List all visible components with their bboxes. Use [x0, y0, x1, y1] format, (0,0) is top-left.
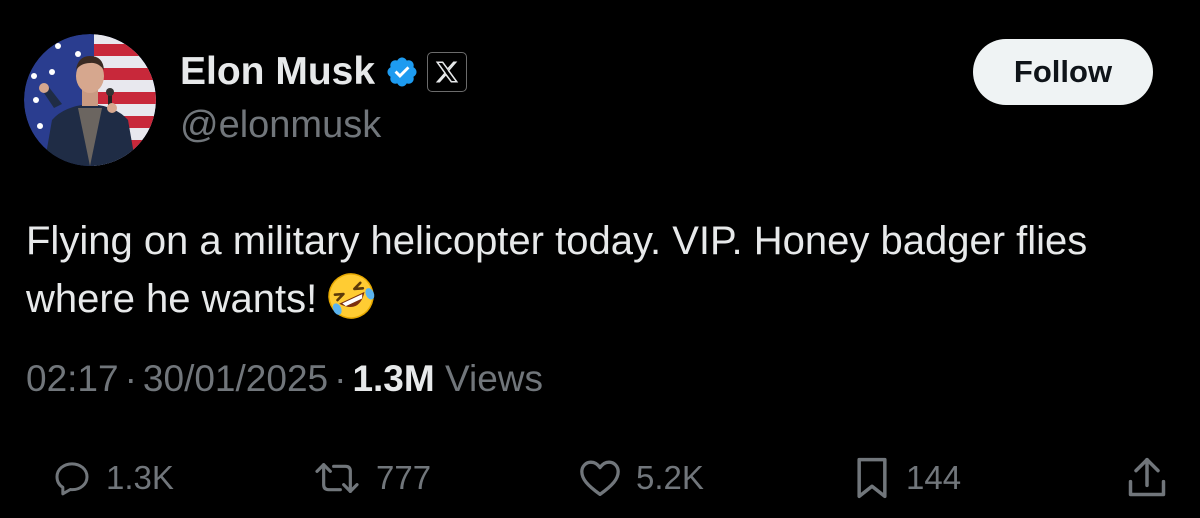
repost-button[interactable]: 777	[312, 452, 431, 504]
bookmark-button[interactable]: 144	[852, 452, 961, 504]
views-label: Views	[444, 358, 544, 399]
tweet-time[interactable]: 02:17	[26, 358, 119, 399]
handle[interactable]: @elonmusk	[180, 104, 467, 147]
tweet-text: Flying on a military helicopter today. V…	[26, 212, 1166, 338]
reply-count: 1.3K	[106, 459, 174, 496]
rolling-on-floor-laughing-emoji-icon	[325, 270, 377, 338]
name-row: Elon Musk	[180, 48, 468, 96]
bookmark-count: 144	[906, 459, 962, 496]
display-name[interactable]: Elon Musk	[180, 50, 375, 94]
views-count[interactable]: 1.3M	[352, 358, 434, 399]
meta-separator: ·	[124, 358, 137, 399]
follow-button[interactable]: Follow	[973, 39, 1153, 105]
like-button[interactable]: 5.2K	[578, 452, 704, 504]
repost-count: 777	[376, 459, 432, 496]
share-button[interactable]	[1126, 452, 1168, 504]
avatar[interactable]	[24, 34, 156, 166]
heart-icon	[580, 460, 620, 496]
share-icon	[1128, 457, 1166, 497]
bookmark-icon	[857, 457, 887, 499]
x-logo-icon[interactable]	[427, 52, 468, 92]
tweet-date[interactable]: 30/01/2025	[143, 358, 328, 399]
verified-badge-icon[interactable]	[385, 55, 419, 89]
reply-button[interactable]: 1.3K	[52, 452, 174, 504]
meta-separator: ·	[334, 358, 347, 399]
tweet-meta: 02:17 · 30/01/2025 · 1.3M Views	[26, 358, 543, 400]
reply-icon	[55, 462, 89, 496]
like-count: 5.2K	[636, 459, 704, 496]
repost-icon	[315, 463, 359, 493]
author-block: Elon Musk @elonmusk	[180, 48, 468, 147]
tweet-text-content: Flying on a military helicopter today. V…	[26, 219, 1088, 321]
tweet: Elon Musk @elonmusk Follow Flying on a m…	[0, 0, 1200, 518]
